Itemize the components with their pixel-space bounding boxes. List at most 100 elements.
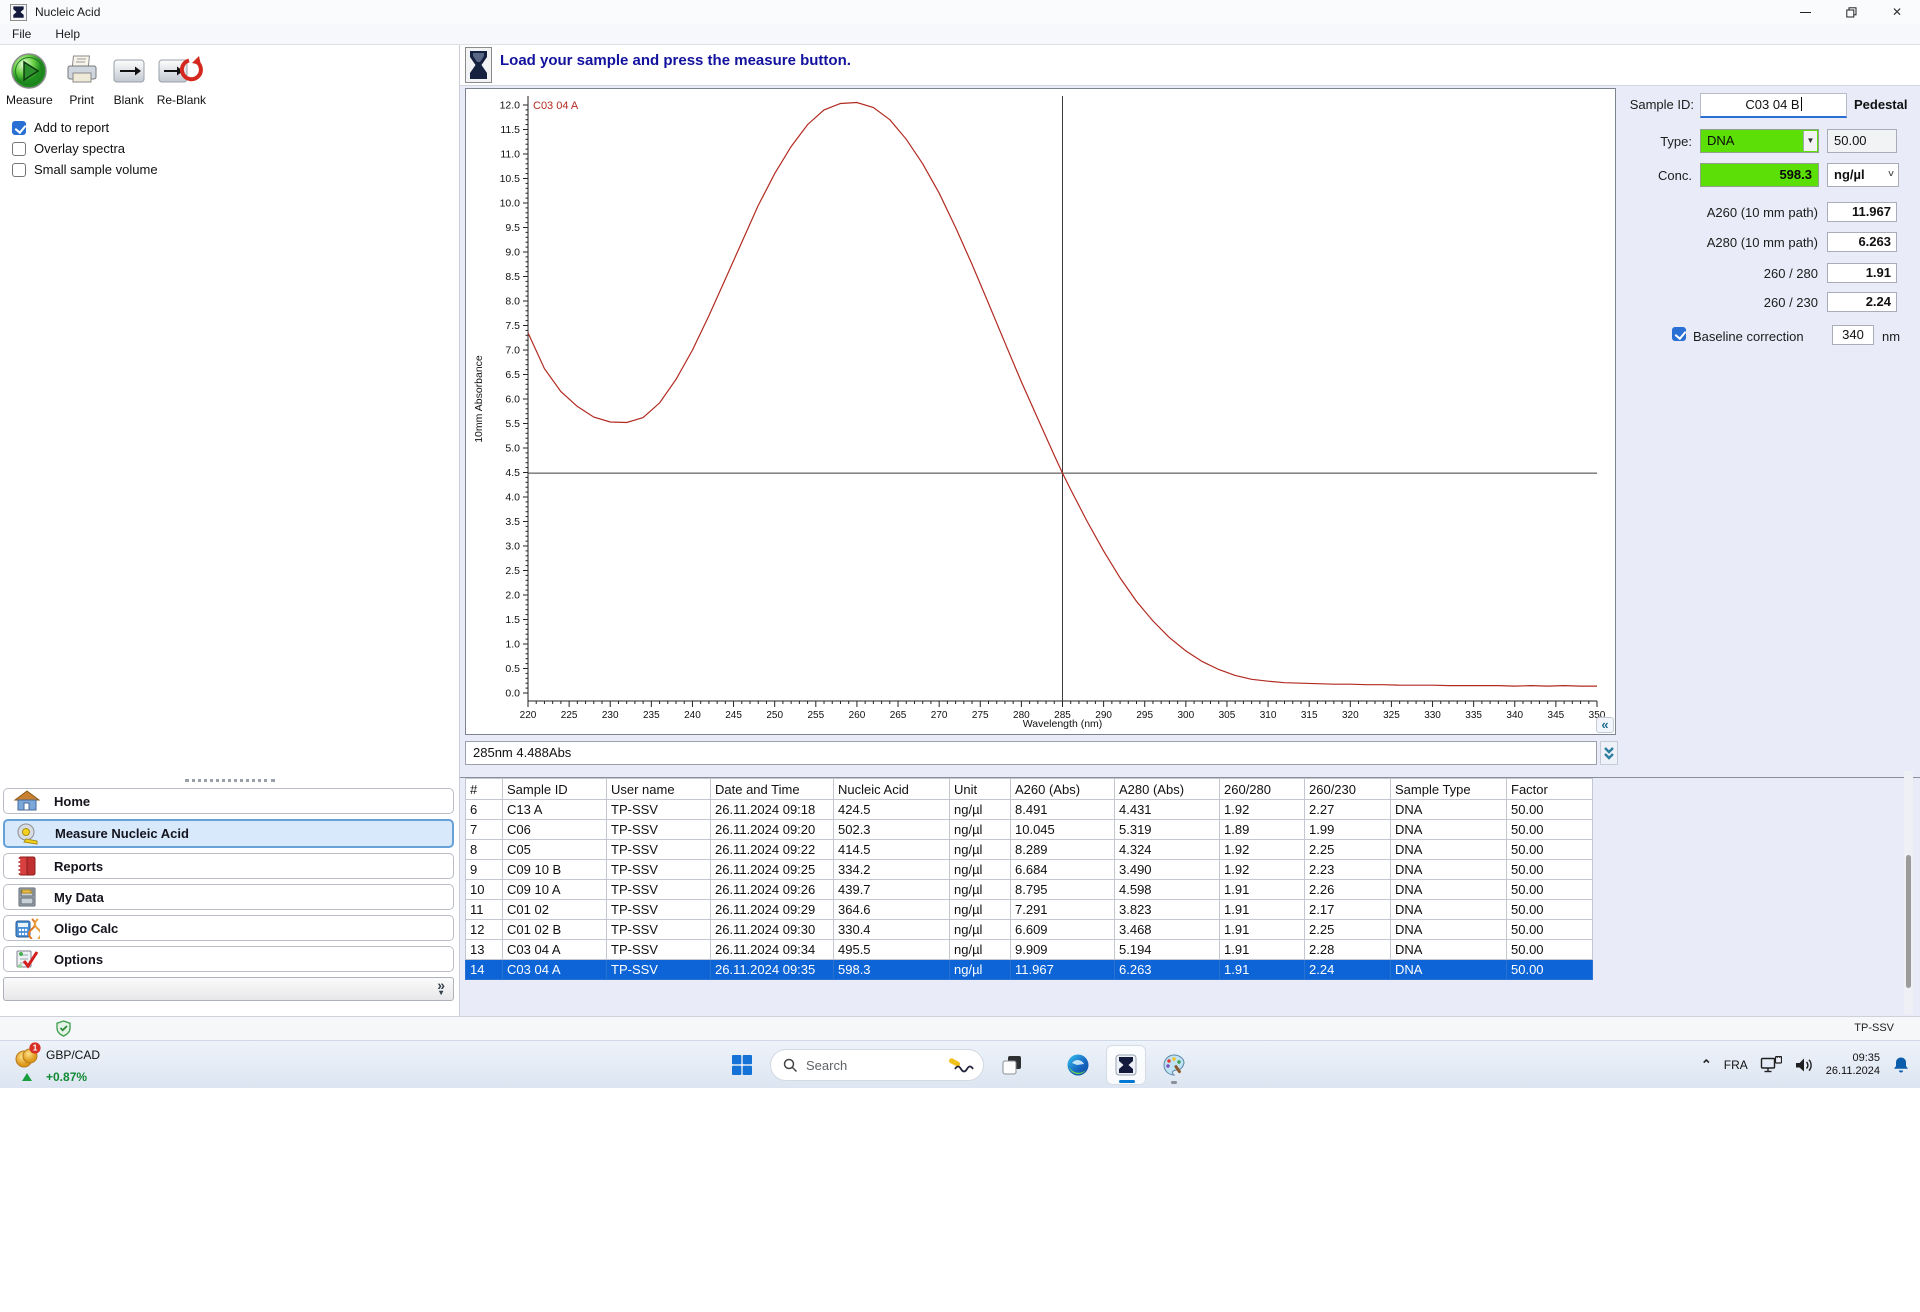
table-row[interactable]: 12 C01 02 B TP-SSV 26.11.2024 09:30 330.4 ng/…	[465, 919, 1593, 940]
table-cell[interactable]: 50.00	[1506, 799, 1593, 820]
column-header[interactable]: User name	[606, 778, 711, 800]
table-cell[interactable]: 26.11.2024 09:20	[710, 819, 834, 840]
table-cell[interactable]: TP-SSV	[606, 839, 711, 860]
sidebar-item-measure-nucleic-acid[interactable]: Measure Nucleic Acid	[3, 819, 454, 848]
table-cell[interactable]: 2.28	[1304, 939, 1391, 960]
table-cell[interactable]: DNA	[1390, 819, 1507, 840]
table-cell[interactable]: ng/µl	[949, 939, 1011, 960]
baseline-wavelength-field[interactable]: 340	[1832, 325, 1874, 345]
table-cell[interactable]: TP-SSV	[606, 939, 711, 960]
table-cell[interactable]: 1.91	[1219, 959, 1305, 980]
taskbar-app-paint[interactable]	[1154, 1045, 1194, 1085]
table-cell[interactable]: 8.795	[1010, 879, 1115, 900]
table-cell[interactable]: C05	[502, 839, 607, 860]
language-indicator[interactable]: FRA	[1724, 1058, 1748, 1072]
table-cell[interactable]: 12	[465, 919, 503, 940]
sidebar-item-reports[interactable]: Reports	[3, 853, 454, 879]
table-cell[interactable]: ng/µl	[949, 879, 1011, 900]
table-cell[interactable]: TP-SSV	[606, 819, 711, 840]
reblank-button[interactable]: Re-Blank	[157, 51, 206, 107]
table-cell[interactable]: 2.25	[1304, 919, 1391, 940]
network-icon[interactable]	[1760, 1056, 1782, 1074]
table-cell[interactable]: DNA	[1390, 799, 1507, 820]
table-cell[interactable]: 424.5	[833, 799, 950, 820]
table-cell[interactable]: 3.823	[1114, 899, 1220, 920]
table-cell[interactable]: DNA	[1390, 899, 1507, 920]
table-cell[interactable]: 1.99	[1304, 819, 1391, 840]
spectrum-chart[interactable]: 220 225 230 235 240 245 250 255 260 265 270 275 280 2…	[465, 88, 1616, 735]
table-row[interactable]: 13 C03 04 A TP-SSV 26.11.2024 09:34 495.5 ng/…	[465, 939, 1593, 960]
table-cell[interactable]: 26.11.2024 09:22	[710, 839, 834, 860]
table-cell[interactable]: 26.11.2024 09:29	[710, 899, 834, 920]
column-header[interactable]: Factor	[1506, 778, 1593, 800]
table-cell[interactable]: C03 04 A	[502, 939, 607, 960]
table-cell[interactable]: 50.00	[1506, 959, 1593, 980]
tray-chevron-up-icon[interactable]: ⌃	[1701, 1057, 1712, 1073]
menu-help[interactable]: Help	[43, 27, 92, 41]
chart-collapse-button[interactable]: «	[1596, 717, 1614, 733]
table-cell[interactable]: 5.194	[1114, 939, 1220, 960]
table-cell[interactable]: ng/µl	[949, 859, 1011, 880]
type-factor-field[interactable]: 50.00	[1827, 129, 1897, 153]
table-cell[interactable]: ng/µl	[949, 839, 1011, 860]
column-header[interactable]: A280 (Abs)	[1114, 778, 1220, 800]
table-cell[interactable]: TP-SSV	[606, 959, 711, 980]
table-cell[interactable]: TP-SSV	[606, 879, 711, 900]
table-cell[interactable]: 6.609	[1010, 919, 1115, 940]
taskbar-app-nucleic-acid[interactable]	[1106, 1045, 1146, 1085]
table-cell[interactable]: TP-SSV	[606, 799, 711, 820]
table-cell[interactable]: 1.92	[1219, 799, 1305, 820]
table-cell[interactable]: C03 04 A	[502, 959, 607, 980]
table-cell[interactable]: 26.11.2024 09:35	[710, 959, 834, 980]
widgets-button[interactable]: 1 GBP/CAD +0.87%	[14, 1041, 100, 1089]
table-cell[interactable]: 8.289	[1010, 839, 1115, 860]
table-cell[interactable]: 26.11.2024 09:34	[710, 939, 834, 960]
table-cell[interactable]: 9	[465, 859, 503, 880]
table-cell[interactable]: 4.431	[1114, 799, 1220, 820]
column-header[interactable]: Nucleic Acid	[833, 778, 950, 800]
small-sample-volume-checkbox[interactable]: Small sample volume	[12, 159, 459, 180]
table-cell[interactable]: 364.6	[833, 899, 950, 920]
table-cell[interactable]: 6.684	[1010, 859, 1115, 880]
measure-button[interactable]: Measure	[6, 51, 53, 107]
blank-button[interactable]: Blank	[111, 51, 147, 107]
vertical-scrollbar[interactable]	[1904, 771, 1913, 1014]
table-cell[interactable]: DNA	[1390, 839, 1507, 860]
type-dropdown[interactable]: DNA ▼	[1700, 129, 1819, 153]
taskbar-clock[interactable]: 09:35 26.11.2024	[1826, 1052, 1880, 1078]
table-cell[interactable]: 7	[465, 819, 503, 840]
table-row[interactable]: 10 C09 10 A TP-SSV 26.11.2024 09:26 439.7 ng/…	[465, 879, 1593, 900]
table-cell[interactable]: 1.91	[1219, 879, 1305, 900]
column-header[interactable]: 260/280	[1219, 778, 1305, 800]
start-button[interactable]	[722, 1045, 762, 1085]
sidebar-item-options[interactable]: Options	[3, 946, 454, 972]
table-cell[interactable]: DNA	[1390, 939, 1507, 960]
table-cell[interactable]: 14	[465, 959, 503, 980]
table-cell[interactable]: 4.598	[1114, 879, 1220, 900]
table-cell[interactable]: 2.27	[1304, 799, 1391, 820]
readout-expand-button[interactable]	[1600, 741, 1618, 765]
table-cell[interactable]: 50.00	[1506, 839, 1593, 860]
restore-button[interactable]	[1828, 0, 1874, 24]
table-cell[interactable]: 50.00	[1506, 859, 1593, 880]
table-cell[interactable]: 8	[465, 839, 503, 860]
scrollbar-thumb[interactable]	[1906, 855, 1911, 988]
table-cell[interactable]: 50.00	[1506, 899, 1593, 920]
table-cell[interactable]: ng/µl	[949, 919, 1011, 940]
table-cell[interactable]: 330.4	[833, 919, 950, 940]
table-cell[interactable]: 6.263	[1114, 959, 1220, 980]
table-cell[interactable]: 10.045	[1010, 819, 1115, 840]
search-box[interactable]: Search	[770, 1049, 984, 1081]
table-cell[interactable]: DNA	[1390, 879, 1507, 900]
table-row[interactable]: 7 C06 TP-SSV 26.11.2024 09:20 502.3 ng/µl 10.0…	[465, 819, 1593, 840]
table-cell[interactable]: TP-SSV	[606, 919, 711, 940]
column-header[interactable]: Sample ID	[502, 778, 607, 800]
table-cell[interactable]: 11	[465, 899, 503, 920]
splitter-handle[interactable]	[185, 779, 275, 782]
table-row[interactable]: 14 C03 04 A TP-SSV 26.11.2024 09:35 598.3 ng/…	[465, 959, 1593, 980]
table-cell[interactable]: 414.5	[833, 839, 950, 860]
task-view-button[interactable]	[992, 1045, 1032, 1085]
table-cell[interactable]: 1.91	[1219, 919, 1305, 940]
overlay-spectra-checkbox[interactable]: Overlay spectra	[12, 138, 459, 159]
table-cell[interactable]: 2.26	[1304, 879, 1391, 900]
